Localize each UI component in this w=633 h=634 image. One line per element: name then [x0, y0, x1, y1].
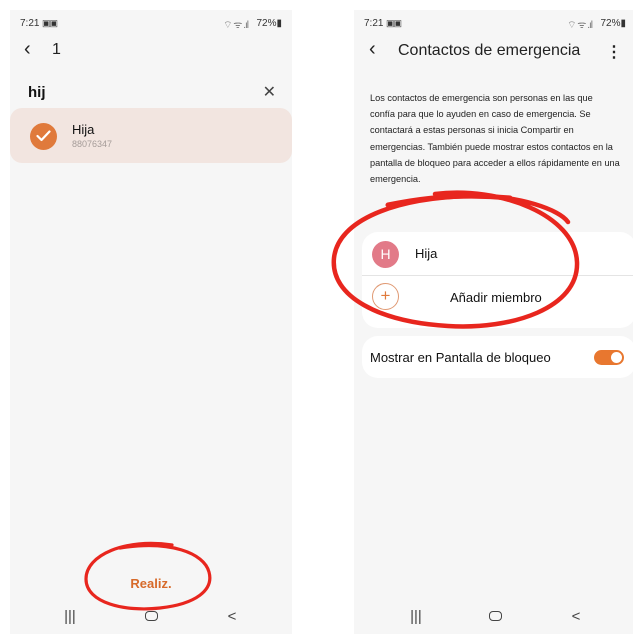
back-icon[interactable]: < — [556, 608, 596, 625]
done-button[interactable]: Realiz. — [10, 576, 292, 591]
signal-icon: ⌔ ᯤ .ıl — [223, 20, 249, 31]
contact-number: 88076347 — [72, 139, 113, 149]
search-input[interactable] — [28, 82, 228, 102]
battery-level: 72%▮ — [256, 18, 282, 29]
back-icon[interactable]: < — [212, 608, 252, 625]
signal-icon: ⌔ ᯤ .ıl — [567, 20, 593, 31]
lock-screen-label: Mostrar en Pantalla de bloqueo — [370, 350, 551, 365]
chevron-left-icon[interactable]: ‹ — [369, 39, 376, 59]
contact-result-row[interactable]: Hija 88076347 — [10, 108, 292, 163]
search-row: ✕ — [28, 82, 280, 104]
status-time: 7:21 — [364, 18, 384, 29]
sim-card-icon: ▣▣ — [42, 18, 58, 28]
checkmark-icon[interactable] — [30, 123, 57, 150]
navigation-bar: ||| < — [10, 602, 292, 634]
status-bar: 7:21 ▣▣ ⌔ ᯤ .ıl 72%▮ — [10, 10, 292, 32]
home-icon[interactable] — [131, 608, 171, 625]
description-text: Los contactos de emergencia son personas… — [370, 93, 620, 185]
right-phone-screen: 7:21 ▣▣ ⌔ ᯤ .ıl 72%▮ ‹ Contactos de emer… — [354, 10, 633, 634]
lock-screen-setting[interactable]: Mostrar en Pantalla de bloqueo — [362, 336, 633, 378]
add-member-button[interactable]: + Añadir miembro — [362, 276, 633, 320]
selected-count: 1 — [52, 41, 61, 58]
avatar: H — [372, 241, 399, 268]
plus-icon: + — [372, 283, 399, 310]
navigation-bar: ||| < — [354, 602, 633, 634]
chevron-left-icon[interactable]: ‹ — [24, 39, 31, 59]
emergency-contacts-card: H Hija + Añadir miembro — [362, 232, 633, 328]
sim-card-icon: ▣▣ — [386, 18, 402, 28]
recents-icon[interactable]: ||| — [396, 608, 436, 625]
close-icon[interactable]: ✕ — [263, 82, 276, 102]
status-bar: 7:21 ▣▣ ⌔ ᯤ .ıl 72%▮ — [354, 10, 633, 32]
recents-icon[interactable]: ||| — [50, 608, 90, 625]
lock-screen-toggle[interactable] — [594, 350, 624, 365]
contact-name: Hija — [72, 122, 95, 137]
page-title: Contactos de emergencia — [398, 42, 581, 59]
home-icon[interactable] — [475, 608, 515, 625]
left-phone-screen: 7:21 ▣▣ ⌔ ᯤ .ıl 72%▮ ‹ 1 ✕ Hija 88076347… — [10, 10, 292, 634]
app-bar: ‹ Contactos de emergencia ⋮ — [354, 39, 633, 70]
contact-row[interactable]: H Hija — [362, 232, 633, 276]
contact-name: Hija — [415, 246, 438, 261]
battery-level: 72%▮ — [600, 18, 626, 29]
status-time: 7:21 — [20, 18, 40, 29]
add-member-label: Añadir miembro — [450, 290, 542, 305]
more-vertical-icon[interactable]: ⋮ — [606, 42, 622, 62]
